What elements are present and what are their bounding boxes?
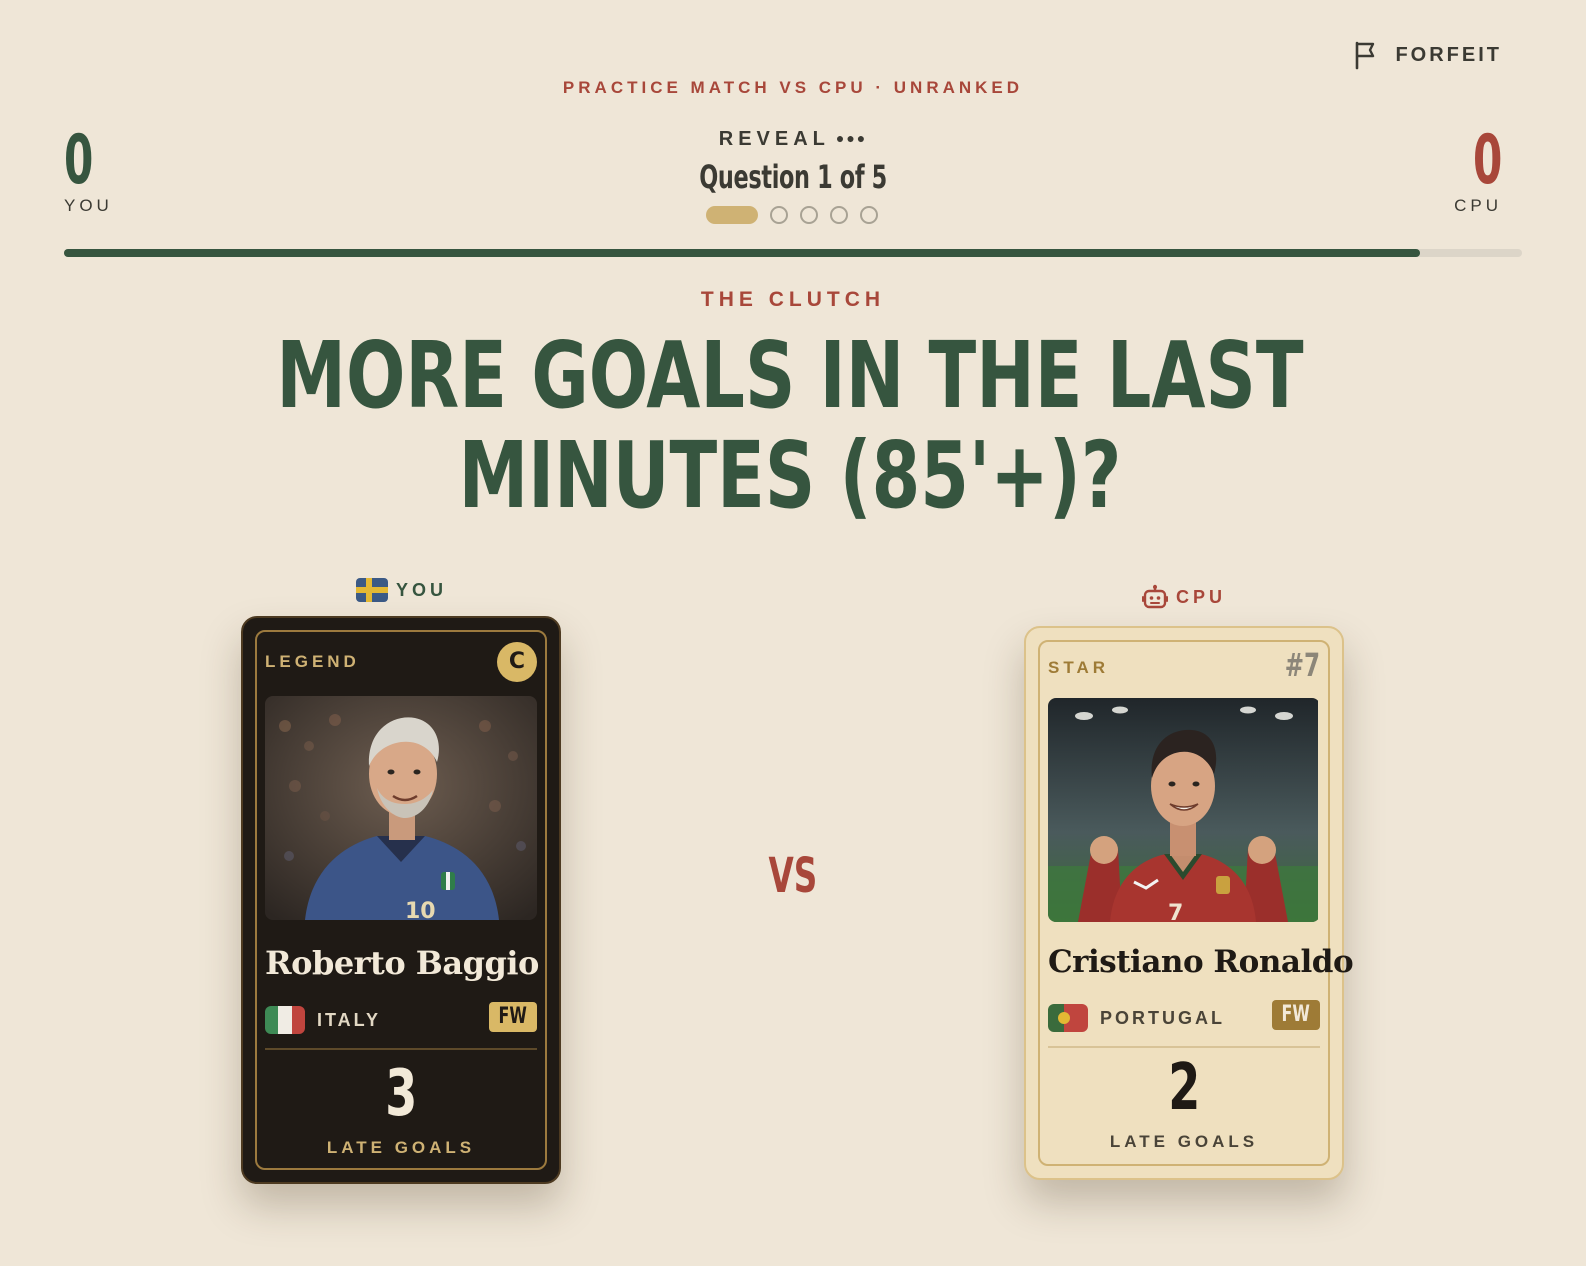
- player-nation-label: ITALY: [317, 1009, 382, 1030]
- flag-icon: [1356, 41, 1375, 70]
- progress-dot: [860, 206, 878, 224]
- versus-text: VS: [768, 848, 818, 904]
- owner-you: YOU: [356, 578, 447, 602]
- timer-bar: [64, 249, 1522, 257]
- question-text: MORE GOALS IN THE LAST MINUTES (85'+)?: [276, 322, 1304, 529]
- position-badge: FW: [489, 1002, 537, 1032]
- player-nation: PORTUGAL: [1048, 1004, 1225, 1032]
- player-stat: 2 LATE GOALS: [1026, 1052, 1342, 1152]
- question-category: THE CLUTCH: [700, 288, 886, 311]
- player-nation-label: PORTUGAL: [1100, 1007, 1225, 1028]
- player-name: Cristiano Ronaldo: [1048, 944, 1354, 980]
- match-subtitle: PRACTICE MATCH VS CPU · UNRANKED: [562, 78, 1024, 97]
- timer-bar-fill: [64, 249, 1420, 257]
- question-counter: Question 1 of 5: [0, 158, 1586, 196]
- forfeit-label: FORFEIT: [1395, 43, 1502, 66]
- player-card-cpu[interactable]: STAR #7 7 Cristiano Ronaldo PORTUGAL FW …: [1024, 626, 1354, 1180]
- player-stat: 3 LATE GOALS: [243, 1058, 559, 1158]
- question-counter-text: Question 1 of 5: [699, 158, 887, 196]
- card-tier: STAR: [1048, 658, 1110, 677]
- card-tier: LEGEND: [265, 652, 360, 671]
- question-progress-dots: [706, 206, 878, 224]
- player-portrait: 7: [1048, 698, 1320, 922]
- portugal-flag-icon: [1048, 1004, 1088, 1032]
- owner-cpu: CPU: [1142, 584, 1226, 610]
- forfeit-button[interactable]: FORFEIT: [1353, 40, 1502, 70]
- position-badge: FW: [1272, 1000, 1320, 1030]
- card-divider: [265, 1048, 537, 1050]
- progress-dot-current: [706, 206, 758, 224]
- position-label: FW: [498, 1004, 528, 1029]
- versus-label: VS: [0, 848, 1586, 904]
- italy-flag-icon: [265, 1006, 305, 1034]
- captain-badge: C: [497, 642, 537, 682]
- stat-label: LATE GOALS: [1109, 1132, 1259, 1151]
- loading-dots: ●●●: [835, 130, 868, 146]
- stat-value: 3: [384, 1057, 418, 1131]
- progress-dot: [830, 206, 848, 224]
- jersey-number-badge: #7: [1284, 646, 1320, 684]
- progress-dot: [800, 206, 818, 224]
- robot-icon: [1142, 584, 1168, 609]
- player-nation: ITALY: [265, 1006, 381, 1034]
- sweden-flag-icon: [356, 578, 388, 602]
- phase-label: REVEAL: [718, 128, 830, 150]
- phase-indicator: REVEAL ●●●: [0, 128, 1586, 151]
- question-heading: MORE GOALS IN THE LAST MINUTES (85'+)?: [0, 326, 1586, 526]
- stat-value: 2: [1167, 1051, 1201, 1125]
- player-name: Roberto Baggio: [265, 944, 539, 982]
- position-label: FW: [1281, 1002, 1311, 1027]
- svg-text:7: 7: [1168, 901, 1183, 922]
- card-divider: [1048, 1046, 1320, 1048]
- owner-cpu-label: CPU: [1176, 586, 1227, 607]
- owner-you-label: YOU: [396, 579, 448, 600]
- progress-dot: [770, 206, 788, 224]
- stat-label: LATE GOALS: [326, 1138, 476, 1157]
